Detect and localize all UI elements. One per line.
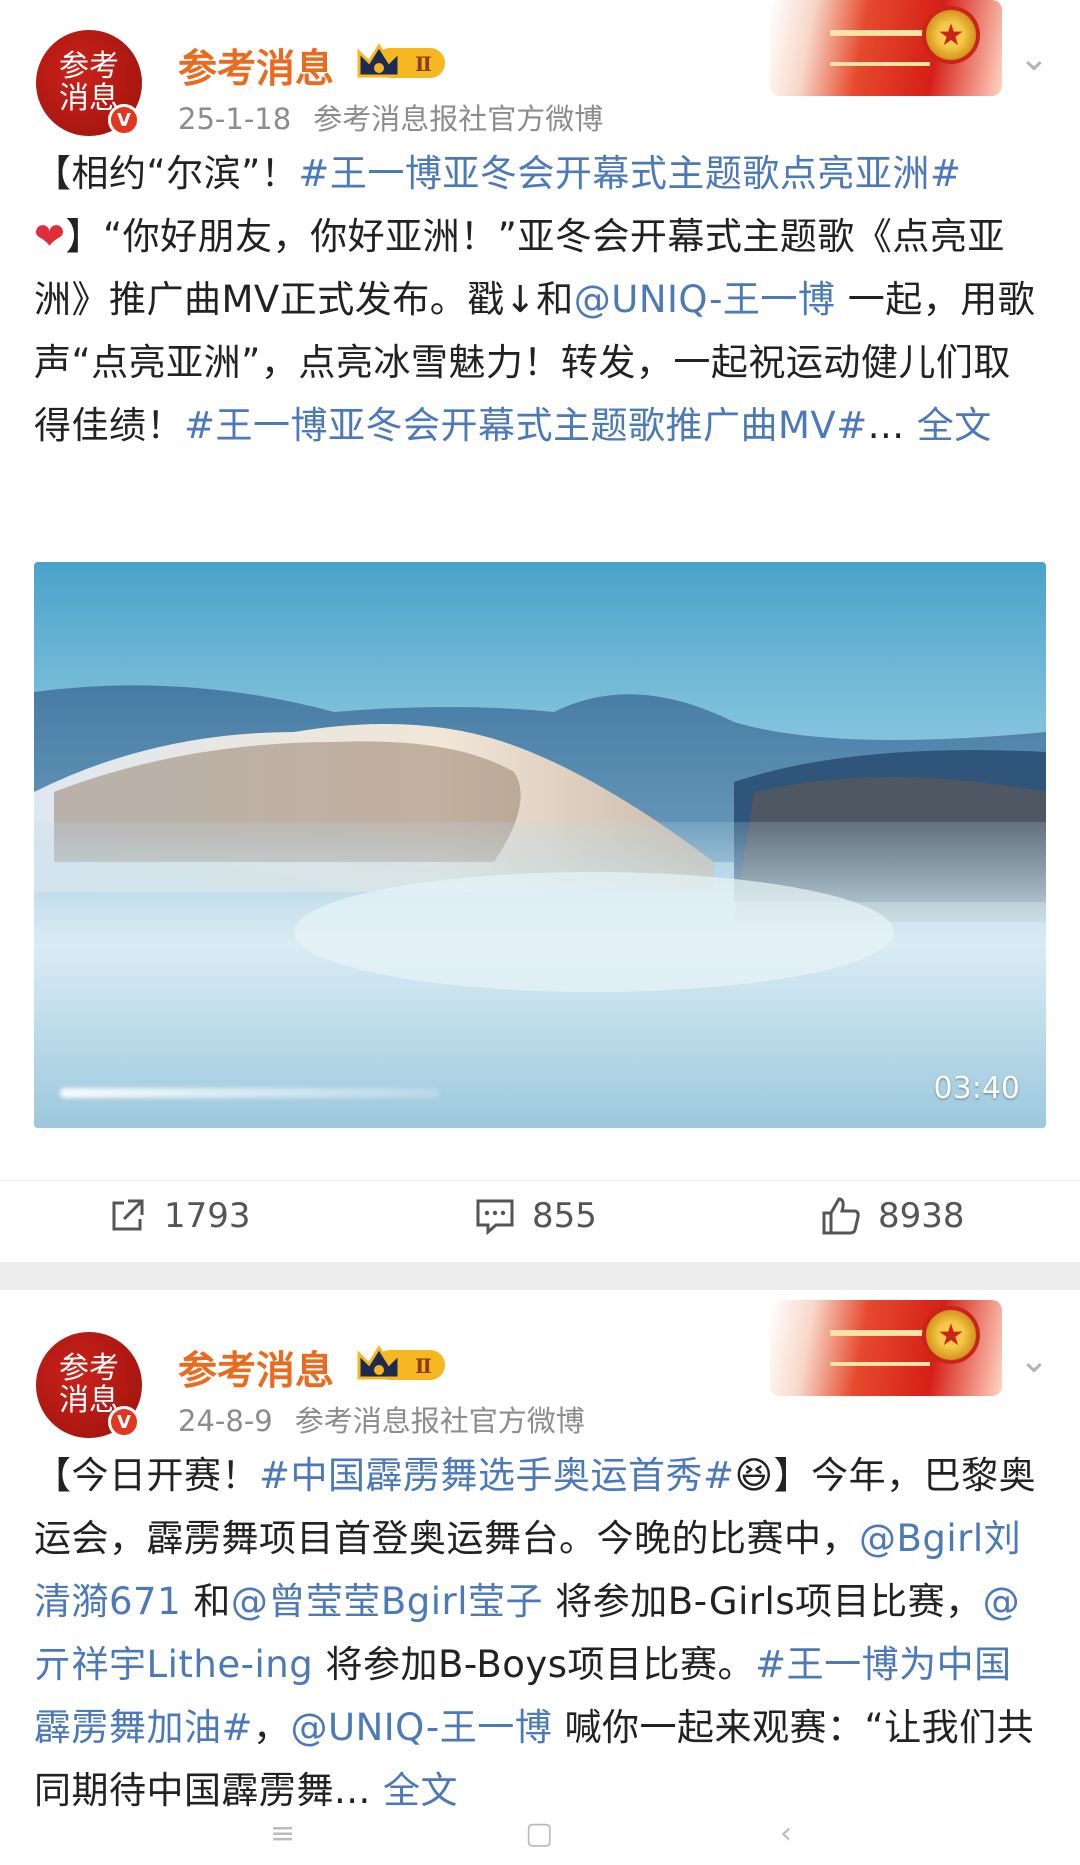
like-count: 8938 [878, 1196, 965, 1236]
hashtag-link[interactable]: #中国霹雳舞选手奥运首秀# [259, 1454, 735, 1497]
mention-link[interactable]: @UNIQ-王一博 [291, 1706, 553, 1749]
chevron-down-icon[interactable]: ⌄ [1014, 38, 1054, 79]
hashtag-link[interactable]: #王一博亚冬会开幕式主题歌点亮亚洲# [298, 152, 961, 195]
menu-icon[interactable]: ≡ [270, 1816, 295, 1851]
video-thumbnail [34, 685, 1046, 1128]
back-icon[interactable]: ‹ [780, 1816, 792, 1851]
post-text-segment: 将参加B-Boys项目比赛。 [313, 1643, 756, 1686]
author-name[interactable]: 参考消息 [178, 1340, 334, 1396]
gate-icon [830, 30, 930, 66]
post-meta: 25-1-18 参考消息报社官方微博 [178, 96, 603, 138]
post-card[interactable]: 参考消息 V 参考消息 Ⅱ 24-8-9 参考消息报社官方微博 ★ ⌄ 【今日开赛… [0, 1290, 1080, 1810]
action-bar: 1793 855 8938 [0, 1180, 1080, 1250]
system-nav-bar: ≡ ▢ ‹ [0, 1810, 1080, 1865]
video-duration: 03:40 [933, 1071, 1020, 1106]
comment-count: 855 [532, 1196, 597, 1236]
post-text-segment: ... [867, 404, 917, 447]
decoration-banner: ★ [770, 1300, 1002, 1396]
post-meta: 24-8-9 参考消息报社官方微博 [178, 1398, 585, 1440]
post-date: 25-1-18 [178, 102, 292, 136]
video-player[interactable]: 03:40 [34, 562, 1046, 1128]
chevron-down-icon[interactable]: ⌄ [1014, 1340, 1054, 1381]
decoration-banner: ★ [770, 0, 1002, 96]
progress-bar[interactable] [60, 1088, 440, 1098]
thumbs-up-icon [822, 1197, 860, 1235]
post-text-segment: 😆 [734, 1454, 774, 1497]
level-text: Ⅱ [415, 52, 432, 76]
verified-badge: V [108, 104, 140, 136]
repost-count: 1793 [164, 1196, 251, 1236]
mention-link[interactable]: @曾莹莹Bgirl莹子 [231, 1580, 543, 1623]
comment-button[interactable]: 855 [474, 1195, 597, 1237]
hashtag-link[interactable]: #王一博亚冬会开幕式主题歌推广曲MV# [184, 404, 868, 447]
verified-badge: V [108, 1406, 140, 1438]
post-source: 参考消息报社官方微博 [294, 1404, 585, 1438]
repost-button[interactable]: 1793 [106, 1195, 251, 1237]
full-text-link[interactable]: 全文 [917, 404, 992, 447]
full-text-link[interactable]: 全文 [383, 1769, 458, 1810]
level-text: Ⅱ [415, 1354, 432, 1378]
post-text-segment: 将参加B-Girls项目比赛， [543, 1580, 983, 1623]
post-text-segment: 和 [181, 1580, 231, 1623]
comment-icon [476, 1199, 514, 1236]
post-text-segment: 【今日开赛！ [34, 1454, 259, 1497]
crown-level-icon: Ⅱ [357, 1345, 445, 1380]
post-date: 24-8-9 [178, 1404, 273, 1438]
home-icon[interactable]: ▢ [525, 1816, 553, 1851]
post-source: 参考消息报社官方微博 [313, 102, 604, 136]
post-text: 【相约“尔滨”！#王一博亚冬会开幕式主题歌点亮亚洲#❤】“你好朋友，你好亚洲！”… [34, 142, 1046, 457]
emblem-icon: ★ [922, 1306, 980, 1364]
gate-icon [830, 1330, 930, 1366]
author-name[interactable]: 参考消息 [178, 38, 334, 94]
like-button[interactable]: 8938 [820, 1195, 965, 1237]
post-text-segment: 【相约“尔滨”！ [34, 152, 299, 195]
mention-link[interactable]: @UNIQ-王一博 [574, 278, 836, 321]
heart-emoji-icon: ❤ [34, 215, 66, 258]
share-icon [112, 1199, 144, 1231]
post-text-segment: ， [253, 1706, 291, 1749]
post-text: 【今日开赛！#中国霹雳舞选手奥运首秀#😆】今年，巴黎奥运会，霹雳舞项目首登奥运舞… [34, 1444, 1046, 1810]
emblem-icon: ★ [922, 6, 980, 64]
post-card[interactable]: 参考消息 V 参考消息 Ⅱ 25-1-18 参考消息报社官方微博 ★ ⌄ 【相约“… [0, 0, 1080, 1262]
crown-level-icon: Ⅱ [357, 43, 445, 78]
